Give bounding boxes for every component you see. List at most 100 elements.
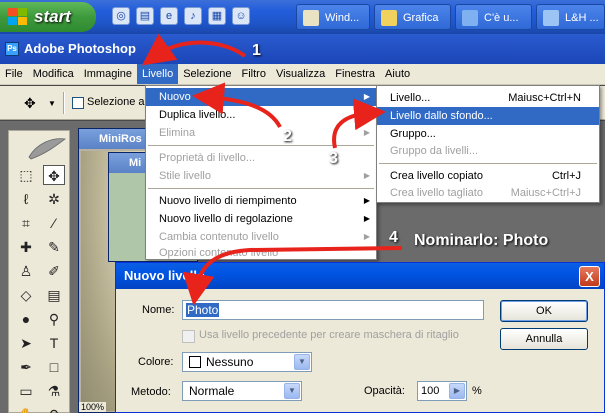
menu-item-label: Crea livello copiato — [390, 170, 483, 182]
chevron-down-icon[interactable]: ▼ — [48, 99, 56, 108]
livello-menu: Nuovo ▶ Duplica livello... Elimina ▶ Pro… — [145, 85, 377, 260]
move-tool-icon[interactable]: ✥ — [24, 95, 36, 112]
eraser-tool-icon[interactable]: ◇ — [15, 285, 37, 305]
opacity-input[interactable]: 100 ▶ — [417, 381, 467, 401]
menu-item-label: Elimina — [159, 127, 196, 139]
taskbar-button-label: L&H ... — [565, 12, 599, 24]
lasso-tool-icon[interactable]: ℓ — [15, 189, 37, 209]
color-select[interactable]: Nessuno ▼ — [182, 352, 312, 372]
ok-button[interactable]: OK — [500, 300, 588, 322]
type-tool-icon[interactable]: T — [43, 333, 65, 353]
menu-item-label: Nuovo — [159, 91, 191, 103]
menu-item-label: Nuovo livello di riempimento — [159, 195, 297, 207]
menu-filtro[interactable]: Filtro — [237, 64, 271, 84]
color-select-value: Nessuno — [206, 355, 254, 369]
mode-select[interactable]: Normale ▼ — [182, 381, 302, 401]
taskbar-button[interactable]: Wind... — [296, 4, 370, 30]
taskbar-button[interactable]: Grafica — [374, 4, 451, 30]
blur-tool-icon[interactable]: ● — [15, 309, 37, 329]
menu-modifica[interactable]: Modifica — [28, 64, 79, 84]
marquee-tool-icon[interactable]: ⬚ — [15, 165, 37, 185]
menu-item-label: Livello... — [390, 92, 431, 104]
auto-select-checkbox[interactable] — [72, 97, 84, 109]
history-brush-icon[interactable]: ✐ — [43, 261, 65, 281]
mode-select-value: Normale — [189, 384, 235, 398]
brush-tool-icon[interactable]: ✎ — [43, 237, 65, 257]
window-titlebar[interactable]: Ps Adobe Photoshop — [0, 34, 605, 64]
shape-tool-icon[interactable]: □ — [43, 357, 65, 377]
menu-selezione[interactable]: Selezione — [178, 64, 236, 84]
quick-launch-icon[interactable]: ▦ — [208, 7, 226, 25]
taskbar-button[interactable]: C'è u... — [455, 4, 532, 30]
move-tool-icon[interactable]: ✥ — [43, 165, 65, 185]
chevron-right-icon[interactable]: ▶ — [449, 383, 465, 399]
healing-brush-icon[interactable]: ✚ — [15, 237, 37, 257]
dialog-title[interactable]: Nuovo livello — [116, 263, 604, 289]
submenu-item-gruppo-da-livelli[interactable]: Gruppo da livelli... — [377, 142, 599, 160]
menu-item-nuovo[interactable]: Nuovo ▶ — [146, 88, 376, 106]
color-swatch — [189, 356, 201, 368]
menu-item-regolazione[interactable]: Nuovo livello di regolazione ▶ — [146, 210, 376, 228]
close-icon[interactable]: X — [579, 266, 600, 287]
chevron-down-icon[interactable]: ▼ — [284, 383, 300, 399]
menu-aiuto[interactable]: Aiuto — [380, 64, 415, 84]
path-select-icon[interactable]: ➤ — [15, 333, 37, 353]
quick-launch-icon[interactable]: ▤ — [136, 7, 154, 25]
menu-livello[interactable]: Livello — [137, 64, 179, 84]
step-4-text: Nominarlo: Photo — [414, 232, 549, 249]
ie-icon[interactable]: e — [160, 7, 178, 25]
zoom-tool-icon[interactable]: ⚲ — [43, 405, 65, 413]
submenu-item-crea-tagliato[interactable]: Crea livello tagliato Maiusc+Ctrl+J — [377, 184, 599, 202]
clipping-mask-label: Usa livello precedente per creare masche… — [199, 329, 459, 341]
start-label: start — [34, 7, 71, 26]
quick-launch-icon[interactable]: ☺ — [232, 7, 250, 25]
windows-logo-icon — [8, 8, 28, 26]
taskbar-button-label: Grafica — [403, 12, 439, 24]
taskbar-button[interactable]: L&H ... — [536, 4, 605, 30]
hand-tool-icon[interactable]: ✋ — [15, 405, 37, 413]
notes-tool-icon[interactable]: ▭ — [15, 381, 37, 401]
menu-item-elimina[interactable]: Elimina ▶ — [146, 124, 376, 142]
chevron-down-icon[interactable]: ▼ — [294, 354, 310, 370]
taskbar: start ◎ ▤ e ♪ ▦ ☺ Wind... Grafica C'è u.… — [0, 0, 605, 34]
name-input[interactable]: Photo — [182, 300, 484, 320]
divider — [63, 92, 65, 114]
menu-item-duplica[interactable]: Duplica livello... — [146, 106, 376, 124]
chevron-right-icon: ▶ — [363, 171, 370, 180]
quick-launch-icon[interactable]: ♪ — [184, 7, 202, 25]
submenu-item-livello[interactable]: Livello... Maiusc+Ctrl+N — [377, 89, 599, 107]
menu-visualizza[interactable]: Visualizza — [271, 64, 330, 84]
crop-tool-icon[interactable]: ⌗ — [15, 213, 37, 233]
submenu-item-crea-copiato[interactable]: Crea livello copiato Ctrl+J — [377, 167, 599, 185]
quick-launch-icon[interactable]: ◎ — [112, 7, 130, 25]
menu-immagine[interactable]: Immagine — [79, 64, 137, 84]
pen-tool-icon[interactable]: ✒ — [15, 357, 37, 377]
menu-file[interactable]: File — [0, 64, 28, 84]
menu-finestra[interactable]: Finestra — [330, 64, 380, 84]
eyedropper-icon[interactable]: ⚗ — [43, 381, 65, 401]
clipping-mask-checkbox[interactable] — [182, 330, 195, 343]
submenu-item-livello-dallo-sfondo[interactable]: Livello dallo sfondo... — [377, 107, 599, 125]
slice-tool-icon[interactable]: ⁄ — [43, 213, 65, 233]
start-button[interactable]: start — [0, 2, 96, 32]
stamp-tool-icon[interactable]: ♙ — [15, 261, 37, 281]
menu-item-stile[interactable]: Stile livello ▶ — [146, 167, 376, 185]
shortcut-label: Maiusc+Ctrl+J — [510, 187, 581, 199]
browser-icon — [543, 10, 559, 26]
name-input-value: Photo — [186, 303, 220, 317]
magic-wand-icon[interactable]: ✲ — [43, 189, 65, 209]
taskbar-button-label: Wind... — [325, 12, 360, 24]
dodge-tool-icon[interactable]: ⚲ — [43, 309, 65, 329]
menu-item-proprieta[interactable]: Proprietà di livello... — [146, 149, 376, 167]
submenu-item-gruppo[interactable]: Gruppo... — [377, 125, 599, 143]
zoom-level[interactable]: 100% — [79, 402, 107, 412]
menu-item-label: Cambia contenuto livello — [159, 231, 279, 243]
step-2-badge: 2 — [283, 128, 292, 145]
menu-item-riempimento[interactable]: Nuovo livello di riempimento ▶ — [146, 192, 376, 210]
step-1-badge: 1 — [252, 42, 261, 59]
menu-item-opzioni[interactable]: Opzioni contenuto livello — [146, 244, 376, 262]
gradient-tool-icon[interactable]: ▤ — [43, 285, 65, 305]
browser-icon — [462, 10, 478, 26]
cancel-button[interactable]: Annulla — [500, 328, 588, 350]
chevron-right-icon: ▶ — [363, 214, 370, 223]
